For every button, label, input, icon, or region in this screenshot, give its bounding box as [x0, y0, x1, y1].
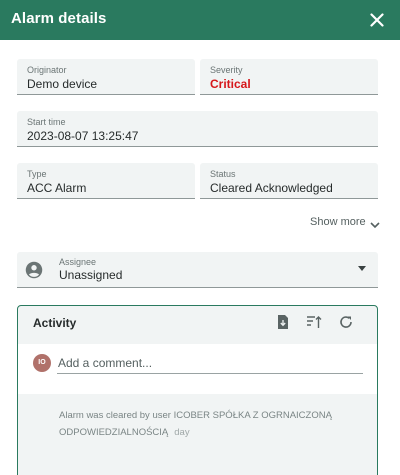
- severity-label: Severity: [210, 65, 243, 75]
- file-export-icon[interactable]: [275, 314, 291, 330]
- close-icon[interactable]: [366, 9, 388, 31]
- alarm-details-dialog: Alarm details Originator Demo device Sev…: [0, 0, 400, 475]
- type-value: ACC Alarm: [27, 181, 87, 195]
- comment-input[interactable]: [57, 352, 363, 374]
- type-field[interactable]: Type ACC Alarm: [17, 163, 195, 199]
- assignee-value: Unassigned: [59, 268, 123, 282]
- originator-field[interactable]: Originator Demo device: [17, 59, 195, 95]
- arrow-drop-down-icon[interactable]: [358, 266, 366, 272]
- dialog-title: Alarm details: [11, 10, 107, 27]
- dialog-header: Alarm details: [0, 0, 400, 40]
- status-label: Status: [210, 169, 236, 179]
- activity-entry: Alarm was cleared by user ICOBER SPÓŁKA …: [59, 407, 349, 441]
- comment-row: IO: [18, 344, 377, 394]
- activity-entry-text: Alarm was cleared by user ICOBER SPÓŁKA …: [59, 410, 332, 438]
- type-label: Type: [27, 169, 47, 179]
- status-value: Cleared Acknowledged: [210, 181, 333, 195]
- sort-icon[interactable]: [306, 314, 322, 330]
- status-field[interactable]: Status Cleared Acknowledged: [200, 163, 378, 199]
- start-time-value: 2023-08-07 13:25:47: [27, 129, 139, 143]
- originator-label: Originator: [27, 65, 67, 75]
- chevron-down-icon[interactable]: [369, 219, 381, 231]
- account-circle-icon: [25, 261, 43, 279]
- activity-panel: Activity IO Alarm was cleared by user IC…: [17, 305, 378, 475]
- activity-title: Activity: [33, 316, 77, 330]
- show-more-button[interactable]: Show more: [310, 216, 366, 228]
- refresh-icon[interactable]: [338, 314, 354, 330]
- assignee-label: Assignee: [59, 257, 97, 267]
- severity-field[interactable]: Severity Critical: [200, 59, 378, 95]
- activity-entry-time: day: [174, 427, 190, 438]
- assignee-select[interactable]: Assignee Unassigned: [17, 252, 378, 288]
- start-time-field[interactable]: Start time 2023-08-07 13:25:47: [17, 111, 378, 147]
- originator-value: Demo device: [27, 77, 98, 91]
- severity-value: Critical: [210, 77, 251, 91]
- start-time-label: Start time: [27, 117, 66, 127]
- avatar: IO: [33, 354, 51, 372]
